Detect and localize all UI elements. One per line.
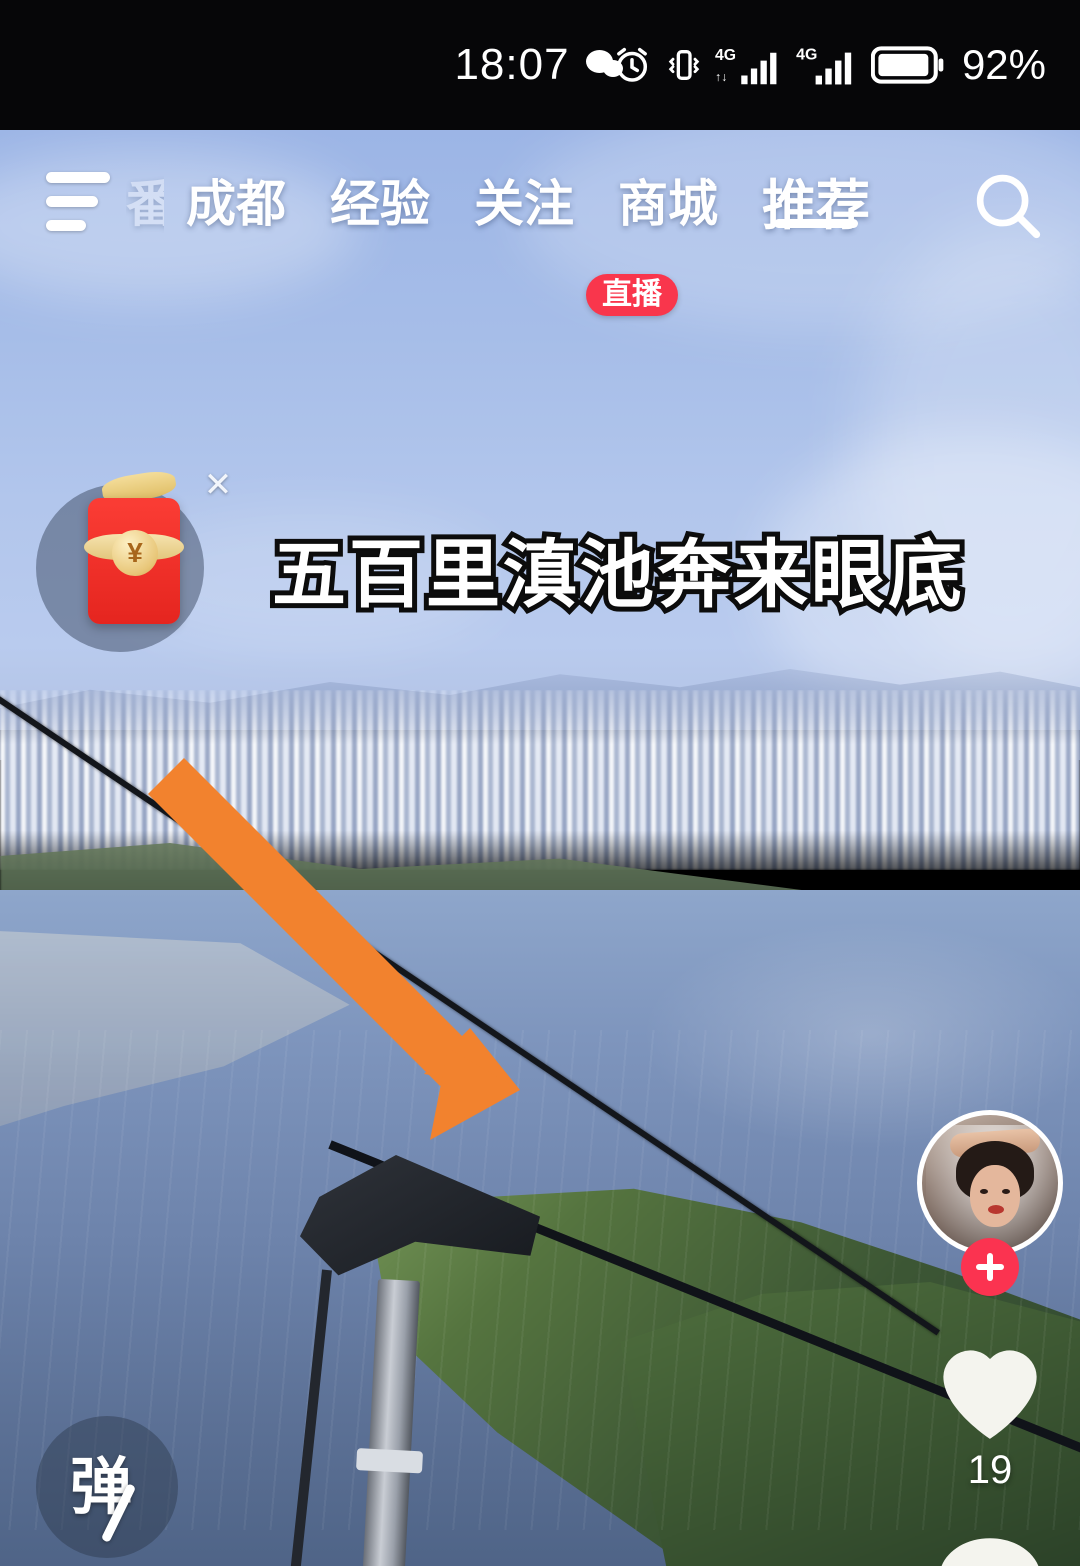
heart-icon <box>943 1350 1037 1439</box>
comment-button[interactable]: 抢首评 <box>900 1527 1080 1566</box>
plus-icon <box>987 1253 993 1281</box>
battery-icon <box>870 46 944 84</box>
tab-tuijian[interactable]: 推荐 <box>740 161 892 240</box>
signal-4g-icon-2: 4G <box>796 47 852 85</box>
live-badge[interactable]: 直播 <box>586 274 678 316</box>
top-navigation-bar: 番 成都 经验 关注 商城 推荐 直播 <box>0 130 1080 316</box>
avatar-container[interactable] <box>917 1110 1063 1296</box>
close-icon[interactable]: ✕ <box>200 468 236 504</box>
action-rail: 19 抢首评 <box>900 1110 1080 1566</box>
tab-list: 番 成都 经验 关注 商城 推荐 <box>126 130 892 270</box>
svg-text:↑↓: ↑↓ <box>715 70 727 84</box>
danmaku-toggle-button[interactable]: 弹 <box>36 1416 178 1558</box>
signal-4g-icon-1: 4G ↑↓ <box>715 47 777 85</box>
status-bar-right: 4G ↑↓ 4G 92% <box>611 41 1046 89</box>
avatar-eye-left <box>980 1189 988 1194</box>
status-bar: 18:07 4G ↑↓ 4G 92% <box>0 0 1080 130</box>
battery-percent: 92% <box>961 41 1046 88</box>
like-count: 19 <box>967 1448 1013 1492</box>
like-button[interactable]: 19 <box>900 1330 1080 1493</box>
search-icon[interactable] <box>970 168 1046 244</box>
tab-shangcheng[interactable]: 商城 <box>596 164 740 236</box>
svg-text:4G: 4G <box>715 47 736 64</box>
video-caption: 五百里滇池奔来眼底 <box>267 527 967 623</box>
avatar-face <box>970 1165 1020 1227</box>
tab-chengdu[interactable]: 成都 <box>164 164 308 236</box>
vibrate-icon <box>668 50 700 80</box>
avatar[interactable] <box>917 1110 1063 1256</box>
comment-bubble-icon <box>941 1538 1039 1566</box>
tab-jingyan[interactable]: 经验 <box>308 164 452 236</box>
follow-button[interactable] <box>961 1238 1019 1296</box>
tab-guanzhu[interactable]: 关注 <box>452 164 596 236</box>
avatar-lips <box>988 1205 1004 1214</box>
video-player[interactable]: 五百里滇池奔来眼底 ¥ ✕ 19 弹 <box>0 130 1080 1566</box>
yuan-coin-icon: ¥ <box>112 530 158 576</box>
app-screen: 18:07 4G ↑↓ 4G 92% 五百里滇池奔来眼底 ¥ ✕ 19 弹 番 … <box>0 0 1080 1566</box>
svg-text:4G: 4G <box>796 47 817 64</box>
hamburger-menu-icon[interactable] <box>46 170 124 232</box>
tab-clipped[interactable]: 番 <box>126 164 164 236</box>
status-time: 18:07 <box>454 40 570 89</box>
avatar-eye-right <box>1002 1189 1010 1194</box>
active-tab-underline <box>774 218 858 228</box>
alarm-icon <box>616 47 647 82</box>
city-skyline <box>0 690 1080 870</box>
red-envelope-widget[interactable]: ¥ ✕ <box>36 468 236 668</box>
